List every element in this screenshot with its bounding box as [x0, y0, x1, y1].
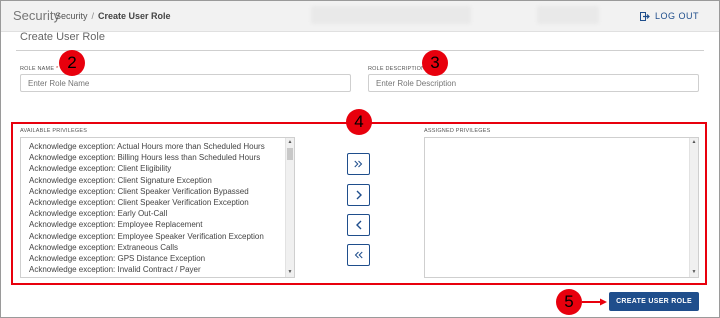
- assigned-privileges-list[interactable]: ▲ ▼: [424, 137, 699, 278]
- blurred-area: [311, 6, 471, 24]
- list-item[interactable]: Acknowledge exception: Extraneous Calls: [21, 242, 294, 253]
- callout-badge-5: 5: [556, 289, 582, 315]
- list-item[interactable]: Acknowledge exception: Invalid Contract …: [21, 264, 294, 275]
- list-item[interactable]: Acknowledge exception: Employee Replacem…: [21, 219, 294, 230]
- scroll-thumb[interactable]: [287, 148, 293, 160]
- scroll-up-icon[interactable]: ▲: [690, 138, 698, 147]
- available-scrollbar[interactable]: ▲ ▼: [285, 138, 294, 277]
- chevron-right-icon: [356, 190, 362, 200]
- move-left-button[interactable]: [347, 214, 370, 236]
- list-item[interactable]: Acknowledge exception: Client Signature …: [21, 175, 294, 186]
- logout-icon: [639, 11, 650, 21]
- available-privileges-label: AVAILABLE PRIVILEGES: [20, 128, 88, 134]
- callout-badge-3: 3: [422, 50, 448, 76]
- blurred-area-2: [537, 6, 599, 24]
- logout-label: LOG OUT: [654, 11, 699, 21]
- breadcrumb-security[interactable]: Security: [55, 11, 88, 21]
- required-mark: *: [55, 66, 59, 72]
- chevron-left-icon: [355, 220, 361, 230]
- callout-arrow-icon: [582, 298, 607, 306]
- list-item[interactable]: Acknowledge exception: Actual Hours more…: [21, 141, 294, 152]
- move-right-button[interactable]: [347, 184, 370, 206]
- double-chevron-left-icon: [354, 251, 363, 259]
- role-description-label: ROLE DESCRIPTION: [368, 66, 426, 72]
- list-item[interactable]: Acknowledge exception: Early Out-Call: [21, 208, 294, 219]
- move-all-right-button[interactable]: [347, 153, 370, 175]
- available-privileges-list[interactable]: Acknowledge exception: Actual Hours more…: [20, 137, 295, 278]
- create-user-role-button[interactable]: CREATE USER ROLE: [609, 292, 699, 311]
- app-brand: Security: [13, 8, 60, 23]
- logout-link[interactable]: LOG OUT: [639, 11, 699, 21]
- list-item[interactable]: Acknowledge exception: Billing Hours les…: [21, 152, 294, 163]
- scroll-up-icon[interactable]: ▲: [286, 138, 294, 147]
- page-title: Create User Role: [20, 31, 105, 43]
- assigned-scrollbar[interactable]: ▲ ▼: [689, 138, 698, 277]
- assigned-privileges-label: ASSIGNED PRIVILEGES: [424, 128, 491, 134]
- top-bar: Security Security / Create User Role LOG O…: [1, 1, 719, 32]
- breadcrumb-current: Create User Role: [98, 11, 171, 21]
- list-item[interactable]: Acknowledge exception: Client Speaker Ve…: [21, 186, 294, 197]
- title-divider: [16, 50, 704, 51]
- double-chevron-right-icon: [354, 160, 363, 168]
- role-name-input[interactable]: [20, 74, 351, 92]
- list-item[interactable]: Acknowledge exception: Client Speaker Ve…: [21, 197, 294, 208]
- callout-badge-4: 4: [346, 109, 372, 135]
- list-item[interactable]: Acknowledge exception: Employee Speaker …: [21, 231, 294, 242]
- scroll-down-icon[interactable]: ▼: [286, 268, 294, 277]
- move-all-left-button[interactable]: [347, 244, 370, 266]
- list-item[interactable]: Acknowledge exception: Client Eligibilit…: [21, 163, 294, 174]
- role-name-label: ROLE NAME *: [20, 66, 59, 72]
- breadcrumb: Security / Create User Role: [55, 11, 171, 21]
- callout-badge-2: 2: [59, 50, 85, 76]
- scroll-down-icon[interactable]: ▼: [690, 268, 698, 277]
- list-item[interactable]: Acknowledge exception: GPS Distance Exce…: [21, 253, 294, 264]
- role-description-input[interactable]: [368, 74, 699, 92]
